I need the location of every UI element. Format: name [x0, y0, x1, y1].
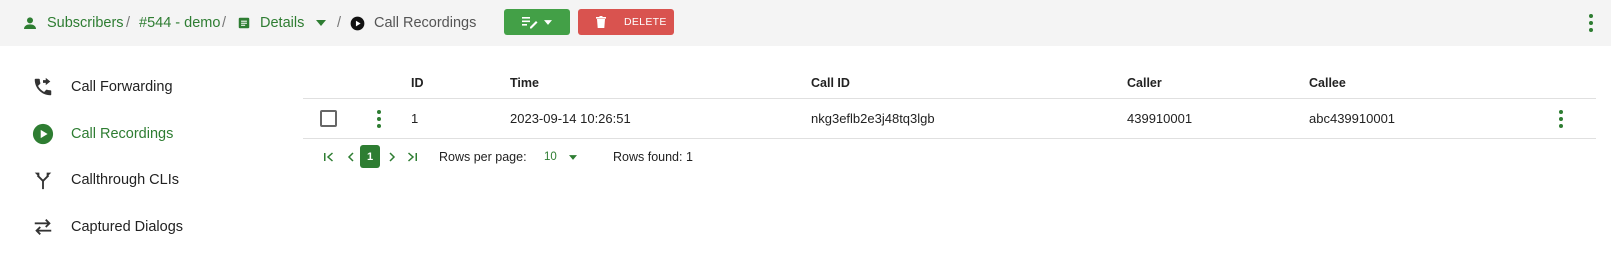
call-split-icon	[30, 167, 56, 193]
breadcrumb-separator: /	[126, 15, 131, 31]
table-header-divider	[303, 98, 1596, 99]
sidebar-item-call-forwarding[interactable]: Call Forwarding	[30, 72, 173, 102]
breadcrumb-details[interactable]: Details	[237, 0, 327, 46]
breadcrumb-subscribers-label: Subscribers	[47, 15, 124, 31]
breadcrumb-subscriber[interactable]: #544 - demo	[139, 0, 220, 46]
cell-callee: abc439910001	[1309, 111, 1396, 126]
trash-icon	[596, 16, 606, 28]
column-header-time[interactable]: Time	[510, 76, 539, 90]
cell-caller: 439910001	[1127, 111, 1193, 126]
breadcrumb-separator: /	[222, 15, 227, 31]
rows-per-page-value: 10	[544, 151, 557, 163]
breadcrumb-details-label: Details	[260, 15, 305, 31]
play-circle-icon	[350, 16, 365, 31]
column-header-call-id[interactable]: Call ID	[811, 76, 850, 90]
sidebar-item-captured-dialogs[interactable]: Captured Dialogs	[30, 212, 183, 242]
delete-button[interactable]: DELETE	[578, 9, 674, 35]
swap-arrows-icon	[30, 214, 56, 240]
row-more-options-icon[interactable]	[1555, 108, 1567, 130]
caret-down-icon	[568, 154, 577, 160]
cell-time: 2023-09-14 10:26:51	[510, 111, 631, 126]
sidebar-item-call-recordings[interactable]: Call Recordings	[30, 119, 173, 149]
column-header-caller[interactable]: Caller	[1127, 76, 1162, 90]
breadcrumb-current-label: Call Recordings	[374, 15, 477, 31]
sidebar-item-label: Callthrough CLIs	[71, 172, 179, 188]
edit-menu-button[interactable]	[504, 9, 570, 35]
play-circle-icon	[30, 121, 56, 147]
breadcrumb-subscribers[interactable]: Subscribers	[22, 0, 124, 46]
last-page-icon[interactable]	[403, 147, 421, 167]
next-page-icon[interactable]	[383, 147, 401, 167]
document-icon	[237, 16, 251, 30]
row-actions-icon[interactable]	[373, 108, 385, 130]
sidebar-item-label: Call Recordings	[71, 126, 174, 142]
rows-found-label: Rows found: 1	[613, 150, 693, 164]
caret-down-icon	[316, 20, 327, 26]
first-page-icon[interactable]	[320, 147, 338, 167]
more-options-icon[interactable]	[1584, 12, 1598, 34]
row-select-checkbox[interactable]	[320, 110, 337, 127]
table-row-divider	[303, 138, 1596, 139]
breadcrumb-subscriber-label: #544 - demo	[139, 15, 221, 31]
call-forward-icon	[30, 74, 56, 100]
rows-per-page-label: Rows per page:	[439, 150, 527, 164]
previous-page-icon[interactable]	[342, 147, 360, 167]
cell-call-id: nkg3eflb2e3j48tq3lgb	[811, 111, 935, 126]
breadcrumb-current: Call Recordings	[350, 0, 476, 46]
caret-down-icon	[544, 19, 552, 25]
person-icon	[22, 15, 38, 31]
column-header-callee[interactable]: Callee	[1309, 76, 1346, 90]
rows-per-page-select[interactable]: 10	[544, 146, 577, 168]
edit-list-icon	[522, 15, 538, 29]
delete-button-label: DELETE	[624, 16, 667, 28]
sidebar-item-label: Captured Dialogs	[71, 219, 184, 235]
breadcrumb-separator: /	[337, 15, 342, 31]
sidebar-item-label: Call Forwarding	[71, 79, 173, 95]
cell-id: 1	[411, 111, 419, 126]
current-page-button[interactable]: 1	[360, 145, 380, 168]
column-header-id[interactable]: ID	[411, 76, 424, 90]
sidebar-item-callthrough-clis[interactable]: Callthrough CLIs	[30, 165, 179, 195]
